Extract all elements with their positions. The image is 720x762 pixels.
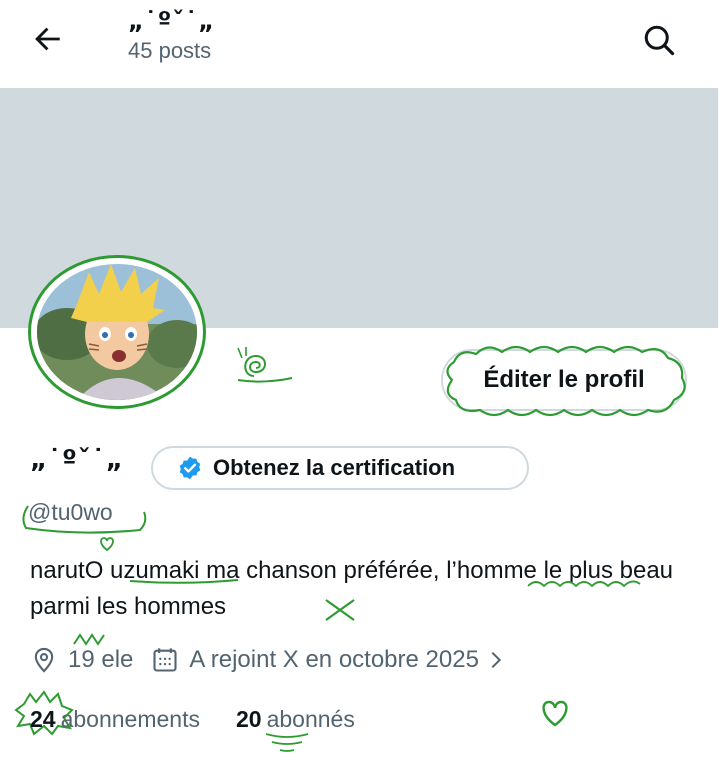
wave-doodle xyxy=(265,733,309,752)
location-text: 19 ele xyxy=(68,646,134,673)
snail-doodle xyxy=(237,347,293,383)
calendar-icon xyxy=(153,648,177,672)
chevron-right-icon[interactable] xyxy=(485,646,507,674)
following-count: 24 xyxy=(30,706,56,732)
followers-link[interactable]: 20 abonnés xyxy=(236,706,355,733)
zigzag-doodle xyxy=(73,633,105,646)
followers-label: abonnés xyxy=(266,706,355,732)
joined-item: A rejoint X en octobre 2025 xyxy=(151,646,507,674)
search-icon[interactable] xyxy=(641,22,677,58)
username-handle: @tu0wo xyxy=(28,499,113,525)
following-label: abonnements xyxy=(60,706,200,732)
verified-badge-icon xyxy=(179,456,201,480)
location-pin-icon xyxy=(34,647,54,673)
display-name: „˙ºˇ˙„ xyxy=(30,445,124,475)
profile-meta: 19 ele A rejoint X en octobre 2025 xyxy=(30,646,525,674)
edit-profile-label: Éditer le profil xyxy=(483,366,645,393)
posts-count: 45 posts xyxy=(128,38,212,63)
follow-stats: 24 abonnements 20 abonnés xyxy=(30,706,391,733)
header-title: „˙ºˇ˙„ xyxy=(128,7,216,35)
edit-profile-button[interactable]: Éditer le profil xyxy=(441,349,687,411)
joined-text: A rejoint X en octobre 2025 xyxy=(189,646,479,673)
certification-label: Obtenez la certification xyxy=(213,455,456,480)
avatar-image xyxy=(37,264,197,400)
heart-doodle xyxy=(542,700,568,727)
top-bar: „˙ºˇ˙„ 45 posts xyxy=(0,0,720,88)
followers-count: 20 xyxy=(235,706,262,732)
following-link[interactable]: 24 abonnements xyxy=(30,706,200,733)
back-arrow-icon[interactable] xyxy=(30,22,64,56)
location-item: 19 ele xyxy=(30,646,133,674)
get-certification-button[interactable]: Obtenez la certification xyxy=(151,446,529,490)
heart-doodle-small xyxy=(100,537,114,552)
profile-avatar[interactable] xyxy=(28,255,206,409)
header-title-block: „˙ºˇ˙„ 45 posts xyxy=(128,6,215,64)
profile-bio: narutO uzumaki ma chanson préférée, l’ho… xyxy=(30,557,674,620)
